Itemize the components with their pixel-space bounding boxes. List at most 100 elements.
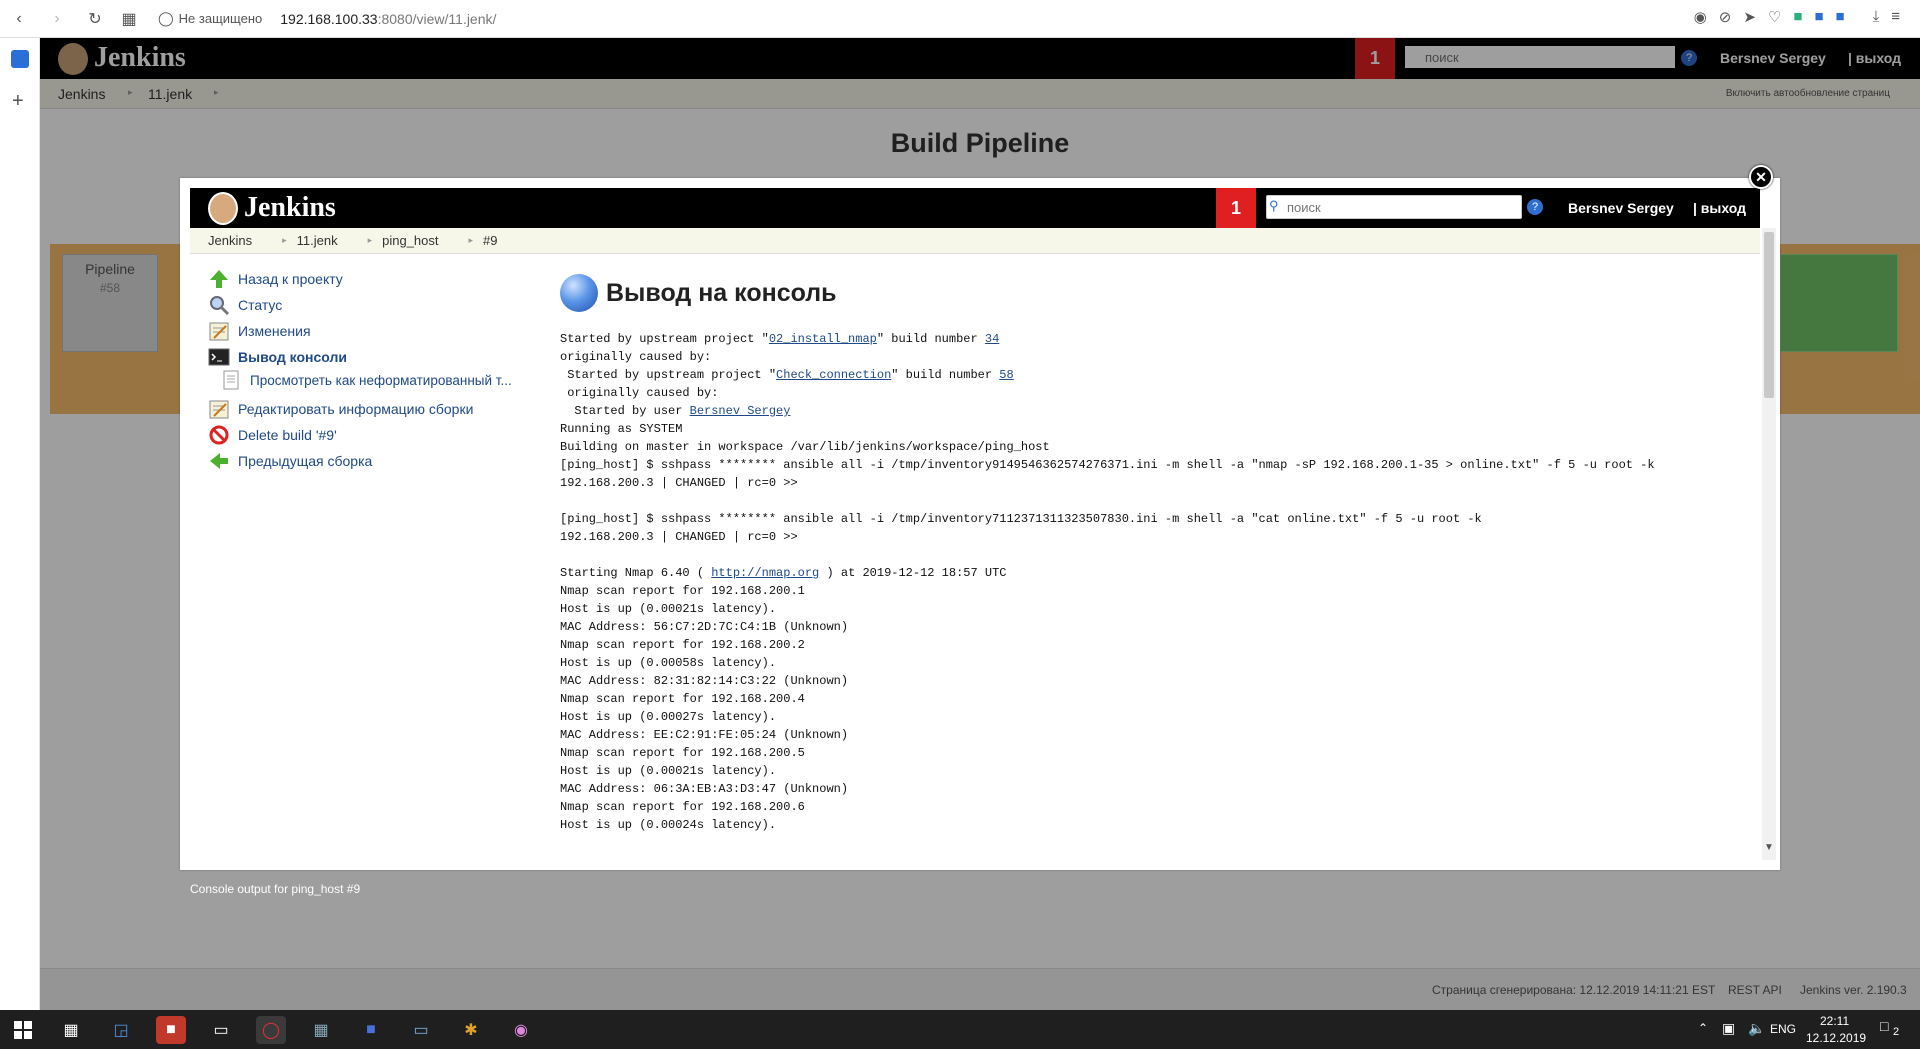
notification-badge[interactable]: 1	[1216, 188, 1256, 228]
task-delete-build[interactable]: Delete build '#9'	[208, 424, 337, 446]
scrollbar-thumb[interactable]	[1764, 232, 1774, 398]
opera-icon[interactable]: ◯	[256, 1016, 286, 1044]
crumb-jenkins[interactable]: Jenkins	[208, 233, 252, 248]
clock-time[interactable]: 22:11	[1820, 1014, 1849, 1028]
back-icon[interactable]: ‹	[6, 6, 32, 32]
heading-text: Вывод на консоль	[606, 278, 837, 307]
translate-alt-icon[interactable]: ■	[1836, 8, 1845, 26]
task-label: Предыдущая сборка	[238, 453, 373, 469]
search-input[interactable]	[1266, 195, 1522, 219]
crumb-build-9[interactable]: #9	[483, 233, 497, 248]
extension-green-icon[interactable]: ■	[1793, 8, 1802, 26]
task-label: Вывод консоли	[238, 349, 347, 365]
nmap-link[interactable]: http://nmap.org	[711, 566, 819, 580]
camera-icon[interactable]: ◉	[1694, 8, 1707, 26]
crumb-11jenk[interactable]: 11.jenk	[297, 233, 338, 248]
task-previous-build[interactable]: Предыдущая сборка	[208, 450, 372, 472]
task-back-to-project[interactable]: Назад к проекту	[208, 268, 343, 290]
terminal-icon	[208, 346, 230, 368]
crumb-ping-host[interactable]: ping_host	[382, 233, 438, 248]
upstream-project-link[interactable]: Check_connection	[776, 368, 891, 382]
url-path: :8080/view/11.jenk/	[377, 10, 497, 27]
task-label: Редактировать информацию сборки	[238, 401, 474, 417]
close-icon: ✕	[1755, 168, 1767, 185]
page-heading: Вывод на консоль	[560, 274, 837, 312]
help-icon[interactable]: ?	[1527, 199, 1543, 215]
security-label: Не защищено	[178, 11, 263, 26]
translate-sidebar-icon[interactable]	[11, 50, 29, 68]
clock-date[interactable]: 12.12.2019	[1806, 1031, 1866, 1045]
user-link[interactable]: Bersnev Sergey	[1568, 200, 1674, 216]
slack-icon[interactable]: ✱	[456, 1016, 486, 1044]
logout-link[interactable]: | выход	[1693, 200, 1746, 216]
network-app-icon[interactable]: ▦	[306, 1016, 336, 1044]
heart-icon[interactable]: ♡	[1768, 8, 1781, 26]
left-arrow-icon	[208, 450, 230, 472]
menu-icon[interactable]: ≡	[1891, 8, 1900, 26]
main-panel: Вывод на консоль Started by upstream pro…	[560, 254, 1750, 860]
task-label: Статус	[238, 297, 283, 313]
download-icon[interactable]: ⤓	[1873, 8, 1880, 26]
modal-scrollbar[interactable]: ▼	[1762, 228, 1776, 860]
notepad-icon	[208, 320, 230, 342]
task-console-output[interactable]: Вывод консоли	[208, 346, 347, 368]
user-profile-link[interactable]: Bersnev Sergey	[690, 404, 791, 418]
upstream-project-link[interactable]: 02_install_nmap	[769, 332, 877, 346]
network-icon[interactable]: ▣	[1722, 1020, 1735, 1037]
build-number-link[interactable]: 58	[999, 368, 1013, 382]
browser-sidebar: +	[0, 38, 40, 1010]
logo-text[interactable]: Jenkins	[244, 192, 336, 224]
reload-icon[interactable]: ↻	[82, 6, 108, 32]
scroll-down-icon[interactable]: ▼	[1764, 842, 1774, 853]
notifications-icon[interactable]: □	[1880, 1018, 1888, 1034]
no-entry-icon	[208, 424, 230, 446]
task-label: Изменения	[238, 323, 311, 339]
save-app-icon[interactable]: ■	[356, 1016, 386, 1044]
console-modal: Jenkins 1 ⚲ ? Bersnev Sergey | выход Jen…	[180, 178, 1780, 870]
address-bar[interactable]: ◯ Не защищено 192.168.100.33:8080/view/1…	[158, 0, 496, 38]
task-changes[interactable]: Изменения	[208, 320, 311, 342]
notepad-icon	[208, 398, 230, 420]
windows-start-icon[interactable]	[8, 1016, 38, 1044]
notifications-count: 2	[1893, 1026, 1900, 1038]
close-modal-button[interactable]: ✕	[1749, 165, 1773, 189]
crumb-sep-icon: ▸	[367, 235, 373, 245]
modal-header: Jenkins 1 ⚲ ? Bersnev Sergey | выход	[190, 188, 1760, 228]
language-indicator[interactable]: ENG	[1770, 1022, 1796, 1036]
task-edit-build-info[interactable]: Редактировать информацию сборки	[208, 398, 473, 420]
virtualbox-icon[interactable]: ◲	[106, 1016, 136, 1044]
task-view-icon[interactable]: ▦	[56, 1016, 86, 1044]
magnifier-icon	[208, 294, 230, 316]
task-label: Delete build '#9'	[238, 427, 337, 443]
windows-taskbar: ▦ ◲ ■ ▭ ◯ ▦ ■ ▭ ✱ ◉ ⌃ ▣ 🔈 ENG 22:11 12.1…	[0, 1010, 1920, 1049]
send-icon[interactable]: ➤	[1743, 8, 1756, 26]
volume-icon[interactable]: 🔈	[1748, 1020, 1765, 1037]
translate-icon[interactable]: ■	[1814, 8, 1823, 26]
crumb-sep-icon: ▸	[282, 235, 287, 245]
task-label: Просмотреть как неформатированный т...	[250, 372, 512, 388]
forward-icon[interactable]: ›	[44, 6, 70, 32]
task-view-plain-text[interactable]: Просмотреть как неформатированный т...	[220, 369, 512, 391]
url-host: 192.168.100.33	[280, 10, 378, 27]
blue-ball-icon	[560, 274, 598, 312]
search-icon: ⚲	[1269, 198, 1279, 213]
globe-icon: ◯	[158, 10, 174, 26]
task-status[interactable]: Статус	[208, 294, 282, 316]
crumb-sep-icon: ▸	[468, 235, 474, 245]
notes-app-icon[interactable]: ▭	[406, 1016, 436, 1044]
paint-icon[interactable]: ◉	[506, 1016, 536, 1044]
add-panel-icon[interactable]: +	[12, 90, 24, 113]
terminal-app-icon[interactable]: ▭	[206, 1016, 236, 1044]
app-red-icon[interactable]: ■	[156, 1016, 186, 1044]
task-label: Назад к проекту	[238, 271, 343, 287]
browser-toolbar: ‹ › ↻ ▦ ◯ Не защищено 192.168.100.33:808…	[0, 0, 1920, 38]
console-output: Started by upstream project "02_install_…	[560, 332, 1655, 832]
document-icon	[220, 369, 242, 391]
tray-up-icon[interactable]: ⌃	[1698, 1021, 1708, 1035]
up-arrow-icon	[208, 268, 230, 290]
jenkins-logo-icon	[208, 192, 238, 225]
modal-caption: Console output for ping_host #9	[190, 882, 361, 896]
build-number-link[interactable]: 34	[985, 332, 999, 346]
block-icon[interactable]: ⊘	[1719, 8, 1732, 26]
speed-dial-icon[interactable]: ▦	[116, 6, 142, 32]
